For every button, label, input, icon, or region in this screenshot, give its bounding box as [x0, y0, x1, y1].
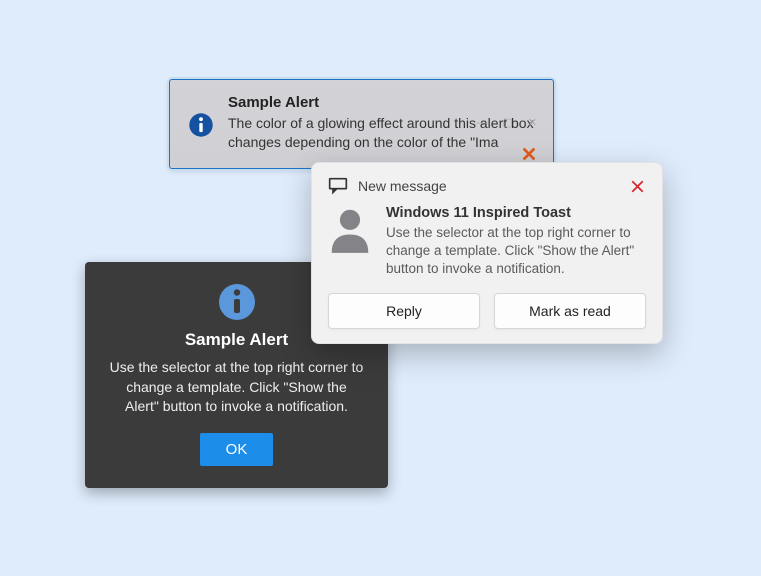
ok-button[interactable]: OK: [200, 433, 274, 466]
sample-alert-light: Sample Alert The color of a glowing effe…: [169, 79, 554, 169]
alert-title: Sample Alert: [228, 94, 535, 111]
alert-body: Use the selector at the top right corner…: [109, 358, 364, 417]
reply-button[interactable]: Reply: [328, 293, 480, 329]
toast-body: Use the selector at the top right corner…: [386, 224, 646, 279]
toast-header: New message: [328, 177, 646, 195]
toast-text: Windows 11 Inspired Toast Use the select…: [386, 205, 646, 279]
info-icon: [188, 112, 214, 138]
close-button[interactable]: [628, 177, 646, 195]
toast-title: Windows 11 Inspired Toast: [386, 205, 646, 221]
windows11-toast: New message Windows 11 Inspired Toast Us…: [311, 162, 663, 344]
chat-icon: [328, 177, 348, 195]
person-icon: [328, 207, 372, 279]
toast-header-title: New message: [358, 178, 447, 194]
toast-actions: Reply Mark as read: [328, 293, 646, 329]
toast-body-row: Windows 11 Inspired Toast Use the select…: [328, 205, 646, 279]
window-controls-faded: — ▢ ✕: [476, 116, 543, 129]
info-icon: [217, 282, 257, 322]
mark-as-read-button[interactable]: Mark as read: [494, 293, 646, 329]
